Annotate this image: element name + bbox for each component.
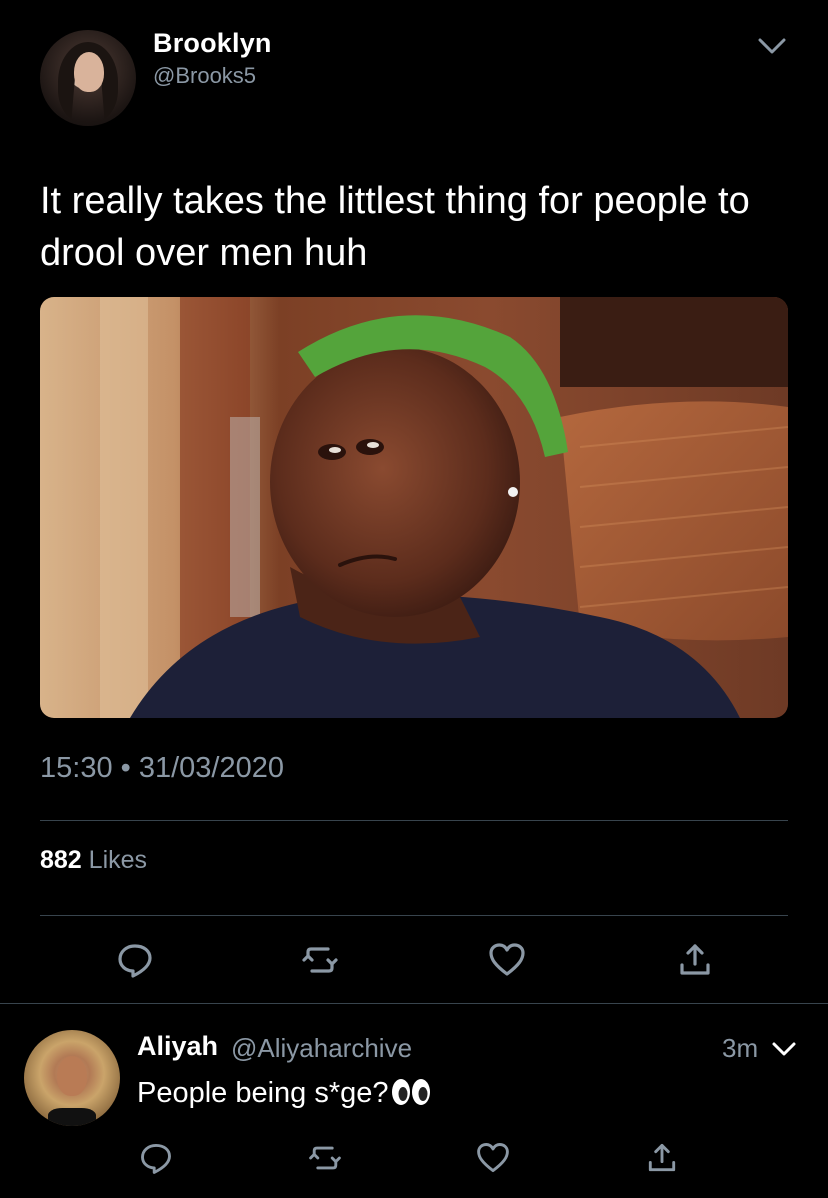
reply-icon[interactable] xyxy=(115,940,155,980)
chevron-down-icon[interactable] xyxy=(756,32,788,60)
likes-count: 882 xyxy=(40,846,82,874)
reply-author-avatar[interactable] xyxy=(24,1030,120,1126)
share-icon[interactable] xyxy=(644,1140,680,1176)
divider xyxy=(40,915,788,916)
avatar-face xyxy=(57,1056,87,1096)
reply-icon[interactable] xyxy=(138,1140,174,1176)
author-avatar[interactable] xyxy=(40,30,136,126)
eyes-emoji-icon xyxy=(391,1078,431,1106)
reply-time: 3m xyxy=(722,1033,759,1063)
tweet-media-image[interactable] xyxy=(40,297,788,718)
reply-author-name[interactable]: Aliyah xyxy=(137,1031,218,1062)
like-icon[interactable] xyxy=(475,1140,511,1176)
retweet-icon[interactable] xyxy=(300,940,340,980)
reply-text-content: People being s*ge? xyxy=(137,1077,389,1109)
author-name[interactable]: Brooklyn xyxy=(153,28,272,59)
tweet-timestamp[interactable]: 15:30 • 31/03/2020 xyxy=(40,752,284,785)
reply-author-handle[interactable]: @Aliyaharchive xyxy=(231,1033,412,1064)
avatar-top xyxy=(48,1108,96,1126)
share-icon[interactable] xyxy=(675,940,715,980)
retweet-icon[interactable] xyxy=(307,1140,343,1176)
likes-row[interactable]: 882 Likes xyxy=(40,846,147,875)
reply-text: People being s*ge? xyxy=(137,1077,431,1110)
tweet-text: It really takes the littlest thing for p… xyxy=(40,180,750,274)
likes-label: Likes xyxy=(88,846,148,874)
like-icon[interactable] xyxy=(487,940,527,980)
chevron-down-icon[interactable] xyxy=(770,1037,798,1061)
author-handle[interactable]: @Brooks5 xyxy=(153,63,256,89)
divider xyxy=(40,820,788,821)
avatar-face xyxy=(74,52,104,92)
section-divider xyxy=(0,1003,828,1004)
